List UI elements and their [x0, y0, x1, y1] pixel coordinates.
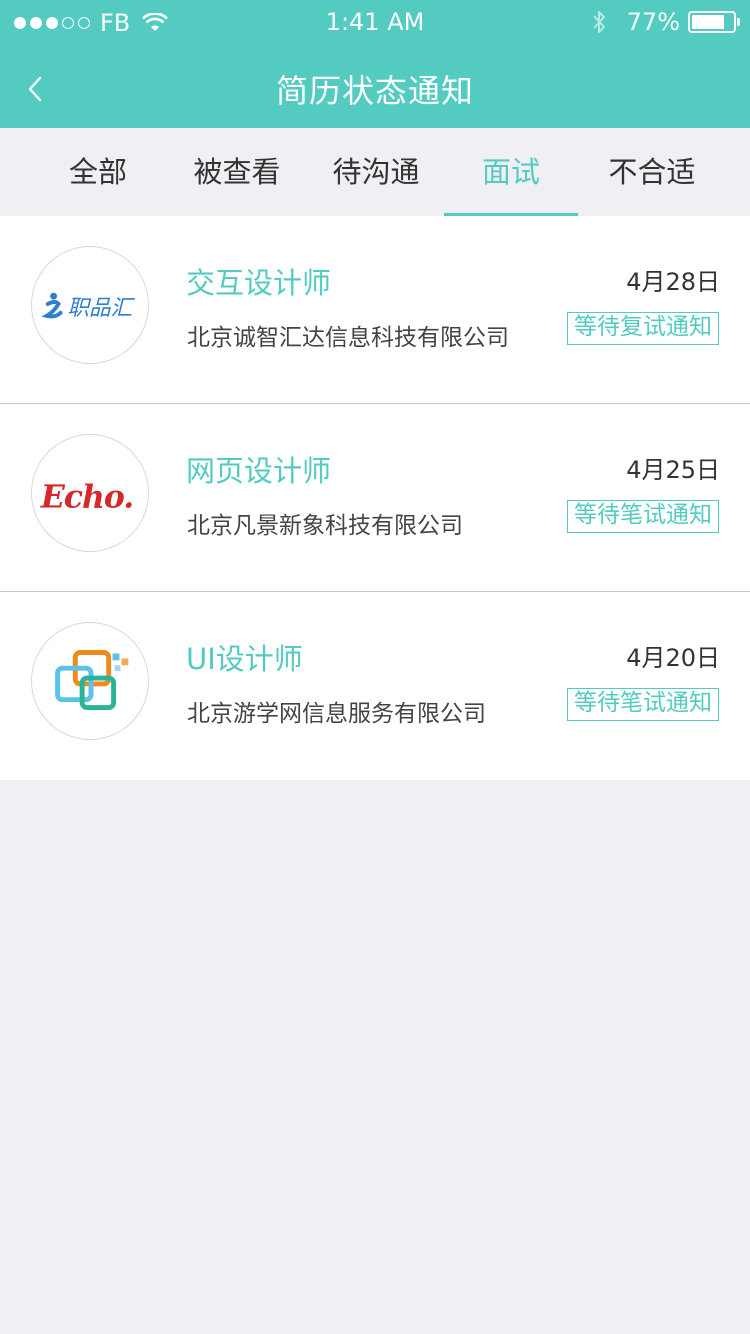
list-item[interactable]: UI设计师 4月20日 北京游学网信息服务有限公司 等待笔试通知	[0, 592, 750, 780]
list-item[interactable]: Echo. 网页设计师 4月25日 北京凡景新象科技有限公司 等待笔试通知	[0, 404, 750, 592]
job-title: 交互设计师	[186, 266, 332, 300]
date-label: 4月28日	[626, 268, 720, 296]
battery-icon	[688, 11, 740, 33]
tab-viewed[interactable]: 被查看	[167, 128, 307, 216]
status-badge: 等待笔试通知	[567, 500, 719, 533]
job-title: UI设计师	[186, 642, 303, 676]
company-name: 北京诚智汇达信息科技有限公司	[187, 325, 509, 351]
bluetooth-icon	[592, 11, 605, 33]
svg-text:职品汇: 职品汇	[67, 296, 135, 321]
header: FB 1:41 AM 77% 简历状态通知	[0, 0, 750, 128]
echo-logo: Echo.	[31, 434, 149, 552]
status-badge: 等待笔试通知	[567, 688, 719, 721]
notification-list: 职品汇 交互设计师 4月28日 北京诚智汇达信息科技有限公司 等待复试通知 Ec…	[0, 216, 750, 780]
company-name: 北京游学网信息服务有限公司	[187, 701, 486, 727]
status-bar: FB 1:41 AM 77%	[0, 0, 750, 44]
company-name: 北京凡景新象科技有限公司	[187, 513, 463, 539]
date-label: 4月20日	[626, 644, 720, 672]
page-title: 简历状态通知	[275, 72, 474, 110]
tab-interview[interactable]: 面试	[441, 128, 581, 216]
status-right: 77%	[591, 8, 740, 36]
list-item[interactable]: 职品汇 交互设计师 4月28日 北京诚智汇达信息科技有限公司 等待复试通知	[0, 216, 750, 404]
zhipinhui-logo: 职品汇	[31, 246, 149, 364]
nav-bar: 简历状态通知	[0, 44, 750, 128]
tab-unsuitable[interactable]: 不合适	[582, 128, 722, 216]
tab-all[interactable]: 全部	[28, 128, 168, 216]
status-badge: 等待复试通知	[567, 312, 719, 345]
overlapping-squares-logo	[31, 622, 149, 740]
date-label: 4月25日	[626, 456, 720, 484]
svg-text:Echo.: Echo.	[40, 479, 133, 516]
battery-percent: 77%	[626, 8, 680, 36]
job-title: 网页设计师	[186, 454, 332, 488]
tab-to-communicate[interactable]: 待沟通	[306, 128, 446, 216]
filter-tabs: 全部 被查看 待沟通 面试 不合适	[0, 128, 750, 216]
